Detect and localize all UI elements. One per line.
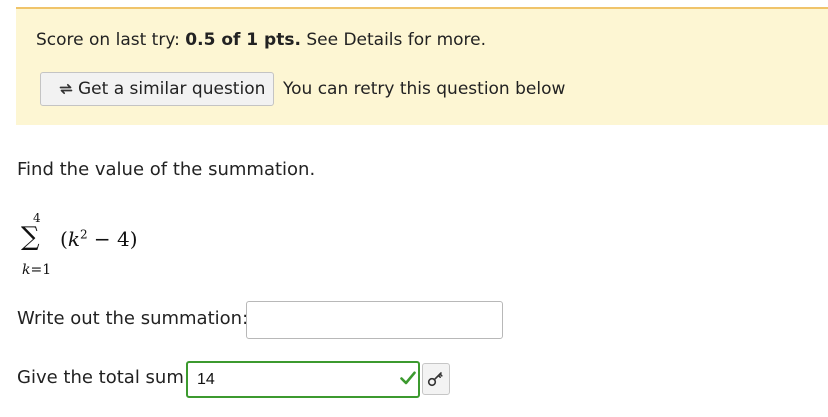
- sigma-lower-value: =1: [30, 262, 52, 278]
- answer-key-button[interactable]: [422, 363, 450, 395]
- retry-note: You can retry this question below: [283, 79, 566, 99]
- score-value: 0.5 of 1 pts.: [185, 30, 301, 50]
- summand-exponent: 2: [79, 227, 88, 242]
- check-icon: [400, 371, 416, 385]
- score-banner: Score on last try: 0.5 of 1 pts. See Det…: [16, 7, 828, 125]
- total-sum-label: Give the total sum:: [17, 367, 190, 388]
- similar-question-button[interactable]: Get a similar question: [40, 72, 274, 106]
- similar-question-label: Get a similar question: [78, 79, 266, 99]
- write-summation-input[interactable]: [246, 301, 503, 339]
- total-sum-input[interactable]: [186, 361, 420, 398]
- summand: (k2 − 4): [60, 227, 138, 251]
- score-line: Score on last try: 0.5 of 1 pts. See Det…: [36, 30, 486, 50]
- summand-open: (: [60, 227, 68, 251]
- summand-rest: − 4): [87, 227, 138, 251]
- sigma-lower-limit: k=1: [22, 262, 51, 278]
- summand-var: k: [67, 227, 80, 251]
- score-suffix: See Details for more.: [306, 30, 487, 50]
- sigma-symbol: ∑: [21, 222, 40, 252]
- write-summation-label: Write out the summation:: [17, 308, 249, 329]
- key-icon: [427, 372, 443, 387]
- question-prompt: Find the value of the summation.: [17, 159, 316, 180]
- retry-arrows-icon: [59, 83, 73, 95]
- score-prefix: Score on last try:: [36, 30, 180, 50]
